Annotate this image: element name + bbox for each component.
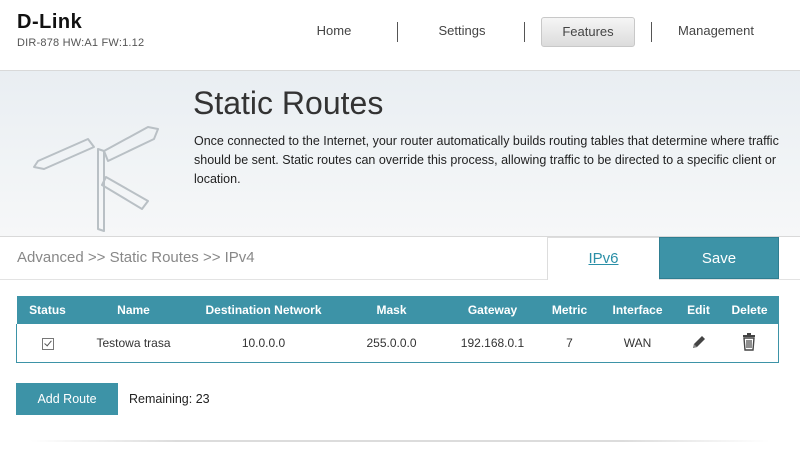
column-header: Mask <box>338 296 445 324</box>
top-header: D-Link DIR-878 HW:A1 FW:1.12 Home Settin… <box>0 0 800 71</box>
breadcrumb-bar: Advanced >> Static Routes >> IPv4 IPv6 S… <box>0 237 800 280</box>
nav-management[interactable]: Management <box>668 17 764 45</box>
nav-divider <box>397 22 398 42</box>
brand: D-Link DIR-878 HW:A1 FW:1.12 <box>17 11 144 49</box>
model-info: DIR-878 HW:A1 FW:1.12 <box>17 37 145 49</box>
column-header: Edit <box>676 296 721 324</box>
column-header: Metric <box>540 296 599 324</box>
route-name: Testowa trasa <box>78 324 189 363</box>
column-header: Name <box>78 296 189 324</box>
nav-home[interactable]: Home <box>290 17 378 45</box>
remaining-count: Remaining: 23 <box>129 392 210 406</box>
save-button[interactable]: Save <box>659 237 779 279</box>
main-nav: Home Settings Features Management <box>270 17 790 47</box>
nav-settings[interactable]: Settings <box>418 17 506 45</box>
tab-ipv6[interactable]: IPv6 <box>547 237 660 280</box>
mask: 255.0.0.0 <box>338 324 445 363</box>
column-header: Interface <box>598 296 677 324</box>
signpost-icon <box>30 121 170 241</box>
interface: WAN <box>598 324 677 363</box>
nav-features[interactable]: Features <box>541 17 635 47</box>
table-header-row: Status Name Destination Network Mask Gat… <box>16 296 779 324</box>
edit-cell <box>676 324 721 363</box>
page-hero: Static Routes Once connected to the Inte… <box>0 71 800 237</box>
column-header: Delete <box>720 296 779 324</box>
breadcrumb: Advanced >> Static Routes >> IPv4 <box>17 249 255 266</box>
page-description: Once connected to the Internet, your rou… <box>194 134 779 186</box>
status-checkbox[interactable] <box>41 337 54 350</box>
status-cell <box>16 324 79 363</box>
nav-divider <box>524 22 525 42</box>
column-header: Status <box>16 296 79 324</box>
destination-network: 10.0.0.0 <box>188 324 339 363</box>
trash-icon[interactable] <box>741 332 757 354</box>
tab-ipv6-label[interactable]: IPv6 <box>588 250 618 267</box>
page-title: Static Routes <box>193 85 384 121</box>
dlink-logo[interactable]: D-Link <box>17 11 144 33</box>
column-header: Destination Network <box>188 296 339 324</box>
gateway: 192.168.0.1 <box>444 324 541 363</box>
table-row: Testowa trasa 10.0.0.0 255.0.0.0 192.168… <box>16 324 779 363</box>
pencil-icon[interactable] <box>691 334 707 353</box>
metric: 7 <box>540 324 599 363</box>
nav-divider <box>651 22 652 42</box>
column-header: Gateway <box>444 296 541 324</box>
add-route-button[interactable]: Add Route <box>16 383 118 415</box>
static-routes-table: Status Name Destination Network Mask Gat… <box>16 296 779 363</box>
footer-divider <box>30 440 770 442</box>
delete-cell <box>720 324 779 363</box>
